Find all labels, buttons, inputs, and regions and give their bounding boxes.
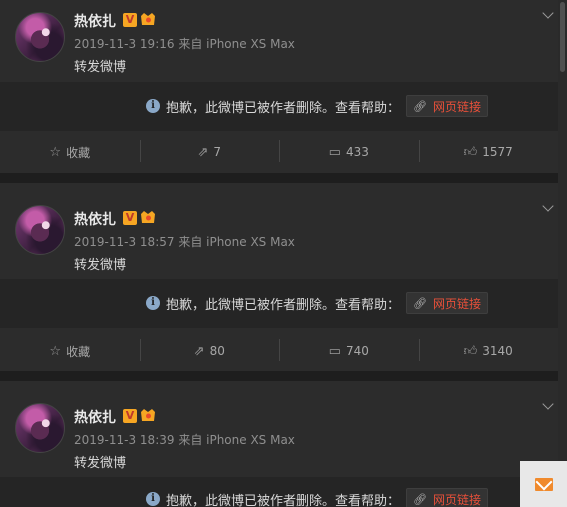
- web-link-button[interactable]: 🔗︎ 网页链接: [406, 292, 488, 314]
- avatar[interactable]: [15, 205, 65, 255]
- like-button[interactable]: 👍︎ 1577: [418, 131, 559, 173]
- action-bar: ☆ 收藏 ⇗ 80 ▭ 740 👍︎ 3140: [0, 330, 558, 372]
- deleted-notice: i 抱歉，此微博已被作者删除。查看帮助： 🔗︎ 网页链接: [0, 477, 558, 507]
- notice-text: 抱歉，此微博已被作者删除。查看帮助：: [166, 100, 401, 116]
- chevron-down-icon[interactable]: [542, 7, 554, 19]
- thumbs-up-icon: 👍︎: [463, 144, 478, 160]
- chevron-down-icon[interactable]: [542, 200, 554, 212]
- post-text: 转发微博: [74, 258, 127, 273]
- notice-text: 抱歉，此微博已被作者删除。查看帮助：: [166, 297, 401, 313]
- web-link-label: 网页链接: [432, 296, 481, 311]
- star-icon: ☆: [49, 343, 62, 359]
- username[interactable]: 热依扎: [74, 407, 116, 427]
- repost-icon: ⇗: [197, 144, 209, 160]
- deleted-notice: i 抱歉，此微博已被作者删除。查看帮助： 🔗︎ 网页链接: [0, 279, 558, 328]
- repost-count: 80: [209, 344, 225, 358]
- card-gap: [0, 173, 558, 183]
- scrollbar-track[interactable]: [558, 0, 567, 507]
- link-icon: 🔗︎: [413, 296, 427, 310]
- favorite-label: 收藏: [66, 145, 91, 160]
- thumbs-up-icon: 👍︎: [463, 343, 478, 359]
- comment-button[interactable]: ▭ 740: [279, 330, 419, 372]
- post-text: 转发微博: [74, 60, 127, 75]
- favorite-button[interactable]: ☆ 收藏: [0, 330, 140, 372]
- comment-icon: ▭: [328, 144, 341, 160]
- crown-badge-icon[interactable]: [140, 408, 157, 422]
- post-text: 转发微博: [74, 456, 127, 471]
- username[interactable]: 热依扎: [74, 11, 116, 31]
- info-icon: i: [146, 296, 160, 310]
- notice-text: 抱歉，此微博已被作者删除。查看帮助：: [166, 493, 401, 507]
- post-meta[interactable]: 2019-11-3 18:39 来自 iPhone XS Max: [74, 431, 295, 448]
- scrollbar-thumb[interactable]: [560, 2, 565, 72]
- avatar[interactable]: [15, 403, 65, 453]
- repost-button[interactable]: ⇗ 80: [139, 330, 280, 372]
- comment-count: 433: [345, 145, 369, 159]
- like-button[interactable]: 👍︎ 3140: [418, 330, 559, 372]
- link-icon: 🔗︎: [413, 492, 427, 506]
- crown-badge-icon[interactable]: [140, 12, 157, 26]
- like-count: 3140: [482, 344, 513, 358]
- info-icon: i: [146, 492, 160, 506]
- comment-button[interactable]: ▭ 433: [279, 131, 419, 173]
- post-meta[interactable]: 2019-11-3 18:57 来自 iPhone XS Max: [74, 233, 295, 250]
- post-card: 热依扎 V 2019-11-3 19:16 来自 iPhone XS Max 转…: [0, 0, 558, 173]
- mail-icon: [534, 477, 553, 491]
- crown-badge-icon[interactable]: [140, 210, 157, 224]
- comment-icon: ▭: [328, 343, 341, 359]
- star-icon: ☆: [49, 144, 62, 160]
- web-link-button[interactable]: 🔗︎ 网页链接: [406, 488, 488, 507]
- post-card: 热依扎 V 2019-11-3 18:57 来自 iPhone XS Max 转…: [0, 183, 558, 371]
- like-count: 1577: [482, 145, 513, 159]
- repost-count: 7: [213, 145, 222, 159]
- repost-button[interactable]: ⇗ 7: [139, 131, 280, 173]
- repost-icon: ⇗: [193, 343, 205, 359]
- web-link-label: 网页链接: [432, 492, 481, 507]
- action-bar: ☆ 收藏 ⇗ 7 ▭ 433 👍︎ 1577: [0, 131, 558, 173]
- favorite-button[interactable]: ☆ 收藏: [0, 131, 140, 173]
- username[interactable]: 热依扎: [74, 209, 116, 229]
- favorite-label: 收藏: [66, 344, 91, 359]
- comment-count: 740: [345, 344, 369, 358]
- info-icon: i: [146, 99, 160, 113]
- card-gap: [0, 371, 558, 381]
- verified-badge-icon[interactable]: V: [123, 409, 137, 423]
- web-link-button[interactable]: 🔗︎ 网页链接: [406, 95, 488, 117]
- post-meta[interactable]: 2019-11-3 19:16 来自 iPhone XS Max: [74, 35, 295, 52]
- deleted-notice: i 抱歉，此微博已被作者删除。查看帮助： 🔗︎ 网页链接: [0, 82, 558, 131]
- link-icon: 🔗︎: [413, 99, 427, 113]
- message-button[interactable]: [520, 461, 567, 507]
- verified-badge-icon[interactable]: V: [123, 13, 137, 27]
- post-card: 热依扎 V 2019-11-3 18:39 来自 iPhone XS Max 转…: [0, 381, 558, 507]
- verified-badge-icon[interactable]: V: [123, 211, 137, 225]
- chevron-down-icon[interactable]: [542, 398, 554, 410]
- avatar[interactable]: [15, 12, 65, 62]
- web-link-label: 网页链接: [432, 99, 481, 114]
